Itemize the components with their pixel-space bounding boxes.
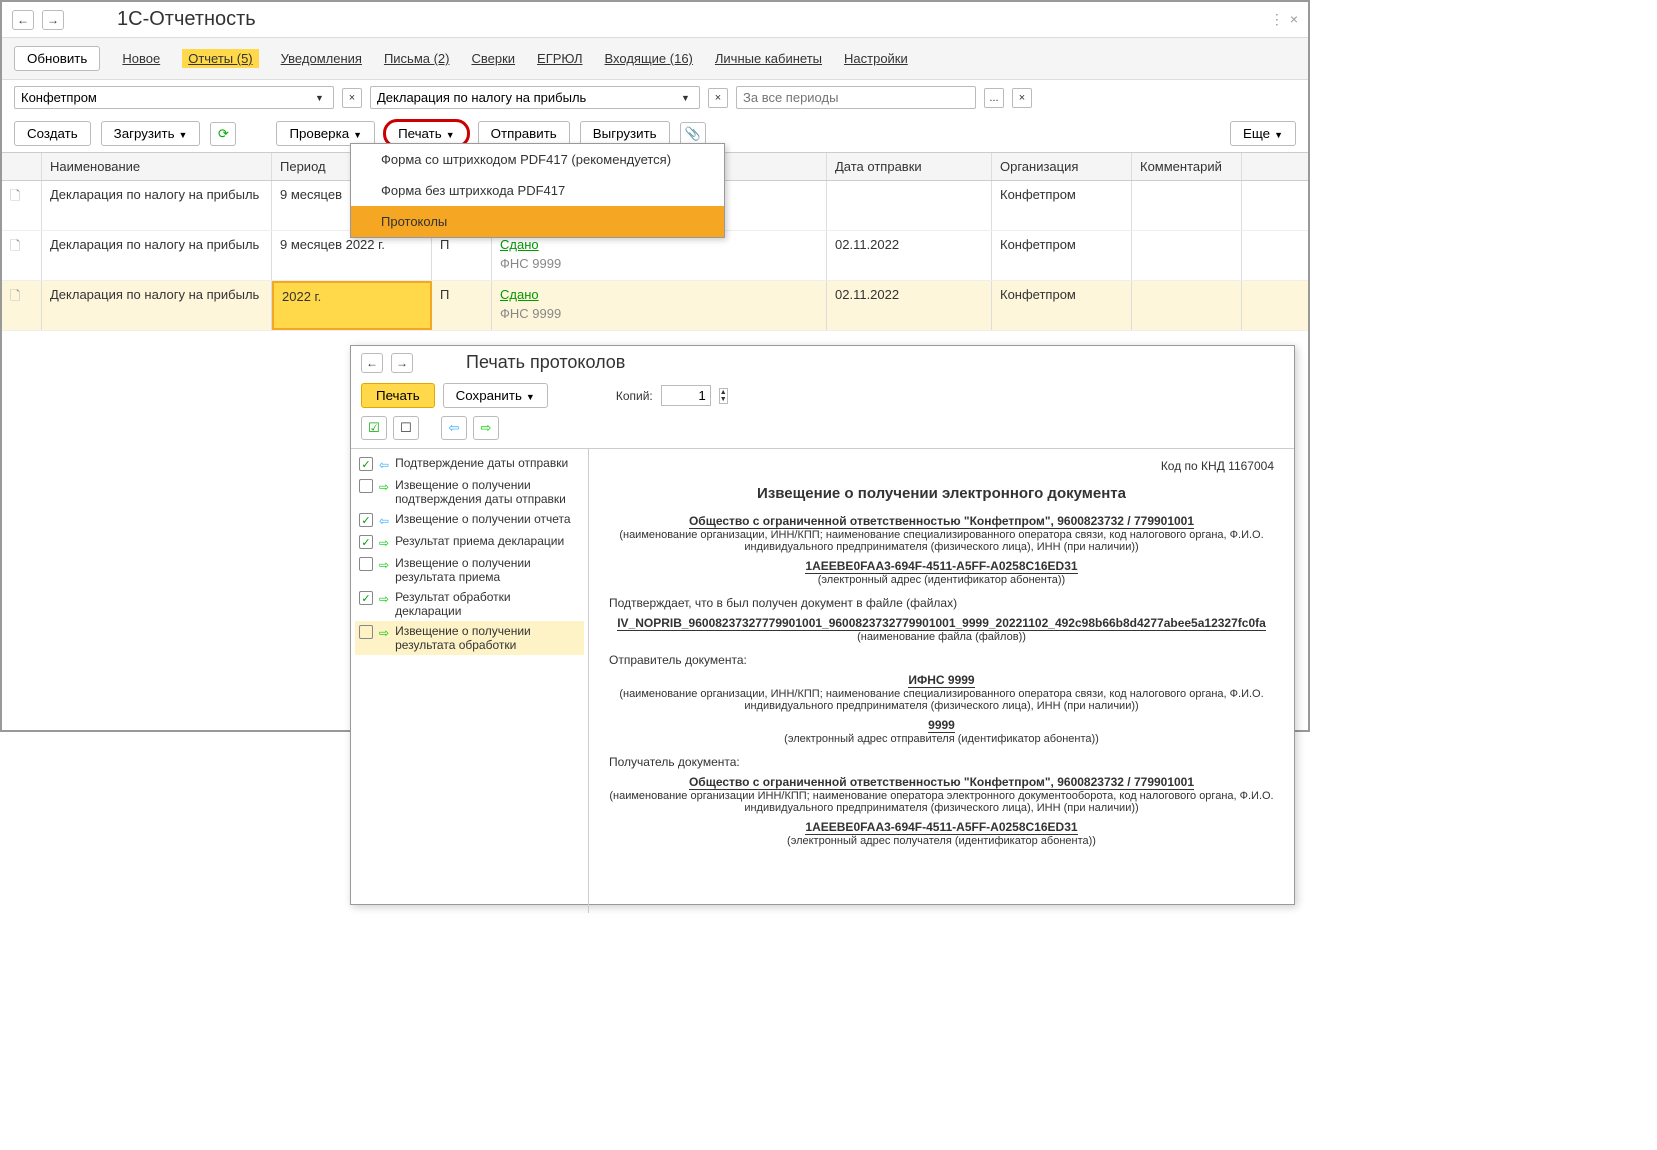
clear-period-button[interactable]: × [1012, 88, 1032, 108]
checkbox[interactable] [359, 457, 373, 471]
copies-up[interactable]: ▲ [720, 389, 727, 396]
table-row[interactable]: 🗋Декларация по налогу на прибыль2022 г.П… [2, 281, 1308, 331]
close-icon[interactable]: × [1290, 11, 1298, 28]
paperclip-icon: 📎 [685, 126, 701, 142]
protocol-label: Результат обработки декларации [395, 590, 580, 618]
clear-org-button[interactable]: × [342, 88, 362, 108]
doc-title: Извещение о получении электронного докум… [609, 485, 1274, 502]
chevron-down-icon[interactable]: ▼ [315, 93, 324, 103]
load-button[interactable]: Загрузить▼ [101, 121, 201, 146]
next-doc-button[interactable]: ⇨ [473, 416, 499, 440]
protocol-label: Результат приема декларации [395, 534, 564, 548]
protocol-item[interactable]: ⇨ Результат приема декларации [355, 531, 584, 553]
checkbox[interactable] [359, 513, 373, 527]
tab-notifications[interactable]: Уведомления [281, 51, 362, 66]
report-filter[interactable]: ▼ [370, 86, 700, 109]
protocol-label: Извещение о получении результата обработ… [395, 624, 580, 652]
direction-icon: ⇨ [379, 626, 389, 640]
modal-forward-button[interactable]: → [391, 353, 413, 373]
more-button[interactable]: Еще▼ [1230, 121, 1296, 146]
print-dropdown: Форма со штрихкодом PDF417 (рекомендуетс… [350, 143, 725, 238]
back-button[interactable]: ← [12, 10, 34, 30]
tab-egrul[interactable]: ЕГРЮЛ [537, 51, 582, 66]
copies-label: Копий: [616, 389, 653, 403]
col-name: Наименование [42, 153, 272, 180]
tab-new[interactable]: Новое [122, 51, 160, 66]
period-picker-button[interactable]: ... [984, 88, 1004, 108]
uncheck-icon: ☐ [400, 420, 412, 436]
protocol-list: ⇦ Подтверждение даты отправки ⇨ Извещение о… [351, 449, 589, 913]
tab-settings[interactable]: Настройки [844, 51, 908, 66]
attach-button[interactable]: 📎 [680, 122, 706, 146]
protocol-label: Извещение о получении результата приема [395, 556, 580, 584]
protocols-modal: ← → Печать протоколов Печать Сохранить▼ … [350, 345, 1295, 905]
forward-button[interactable]: → [42, 10, 64, 30]
menu-protocols[interactable]: Протоколы [351, 206, 724, 237]
direction-icon: ⇨ [379, 536, 389, 550]
modal-title: Печать протоколов [466, 352, 625, 373]
document-icon: 🗋 [10, 188, 20, 203]
protocol-label: Подтверждение даты отправки [395, 456, 568, 470]
uncheck-all-button[interactable]: ☐ [393, 416, 419, 440]
tab-reconciliations[interactable]: Сверки [471, 51, 515, 66]
protocol-label: Извещение о получении отчета [395, 512, 570, 526]
checkbox[interactable] [359, 535, 373, 549]
create-button[interactable]: Создать [14, 121, 91, 146]
checkbox[interactable] [359, 591, 373, 605]
col-org: Организация [992, 153, 1132, 180]
direction-icon: ⇨ [379, 592, 389, 606]
doc-kod: Код по КНД 1167004 [609, 459, 1274, 473]
refresh-icon-button[interactable]: ⟳ [210, 122, 236, 146]
tab-letters[interactable]: Письма (2) [384, 51, 450, 66]
direction-icon: ⇨ [379, 480, 389, 494]
col-date: Дата отправки [827, 153, 992, 180]
tab-reports[interactable]: Отчеты (5) [182, 49, 258, 68]
direction-icon: ⇨ [379, 558, 389, 572]
modal-save-button[interactable]: Сохранить▼ [443, 383, 548, 408]
protocol-item[interactable]: ⇦ Подтверждение даты отправки [355, 453, 584, 475]
modal-print-button[interactable]: Печать [361, 383, 435, 408]
check-icon: ☑ [368, 420, 380, 436]
direction-icon: ⇦ [379, 514, 389, 528]
menu-no-barcode[interactable]: Форма без штрихкода PDF417 [351, 175, 724, 206]
page-title: 1С-Отчетность [117, 8, 256, 31]
protocol-label: Извещение о получении подтверждения даты… [395, 478, 580, 506]
protocol-item[interactable]: ⇨ Извещение о получении подтверждения дат… [355, 475, 584, 509]
refresh-icon: ⟳ [218, 126, 229, 142]
period-filter[interactable] [736, 86, 976, 109]
protocol-item[interactable]: ⇨ Извещение о получении результата приема [355, 553, 584, 587]
protocol-item[interactable]: ⇨ Извещение о получении результата обрабо… [355, 621, 584, 655]
tab-cabinets[interactable]: Личные кабинеты [715, 51, 822, 66]
status-link[interactable]: Сдано [500, 287, 539, 302]
direction-icon: ⇦ [379, 458, 389, 472]
arrow-left-icon: ⇦ [449, 420, 460, 436]
checkbox[interactable] [359, 479, 373, 493]
copies-down[interactable]: ▼ [720, 396, 727, 403]
document-preview: Код по КНД 1167004 Извещение о получении… [589, 449, 1294, 913]
protocol-item[interactable]: ⇨ Результат обработки декларации [355, 587, 584, 621]
arrow-right-icon: ⇨ [481, 420, 492, 436]
chevron-down-icon[interactable]: ▼ [681, 93, 690, 103]
document-icon: 🗋 [10, 288, 20, 303]
checkbox[interactable] [359, 557, 373, 571]
menu-pdf417-barcode[interactable]: Форма со штрихкодом PDF417 (рекомендуетс… [351, 144, 724, 175]
document-icon: 🗋 [10, 238, 20, 253]
prev-doc-button[interactable]: ⇦ [441, 416, 467, 440]
clear-report-button[interactable]: × [708, 88, 728, 108]
checkbox[interactable] [359, 625, 373, 639]
copies-input[interactable] [661, 385, 711, 406]
check-all-button[interactable]: ☑ [361, 416, 387, 440]
protocol-item[interactable]: ⇦ Извещение о получении отчета [355, 509, 584, 531]
menu-icon[interactable]: ⋮ [1270, 11, 1284, 28]
tab-incoming[interactable]: Входящие (16) [605, 51, 693, 66]
org-filter[interactable]: ▼ [14, 86, 334, 109]
modal-back-button[interactable]: ← [361, 353, 383, 373]
col-comment: Комментарий [1132, 153, 1242, 180]
refresh-button[interactable]: Обновить [14, 46, 100, 71]
table-row[interactable]: 🗋Декларация по налогу на прибыль9 месяце… [2, 231, 1308, 281]
status-link[interactable]: Сдано [500, 237, 539, 252]
